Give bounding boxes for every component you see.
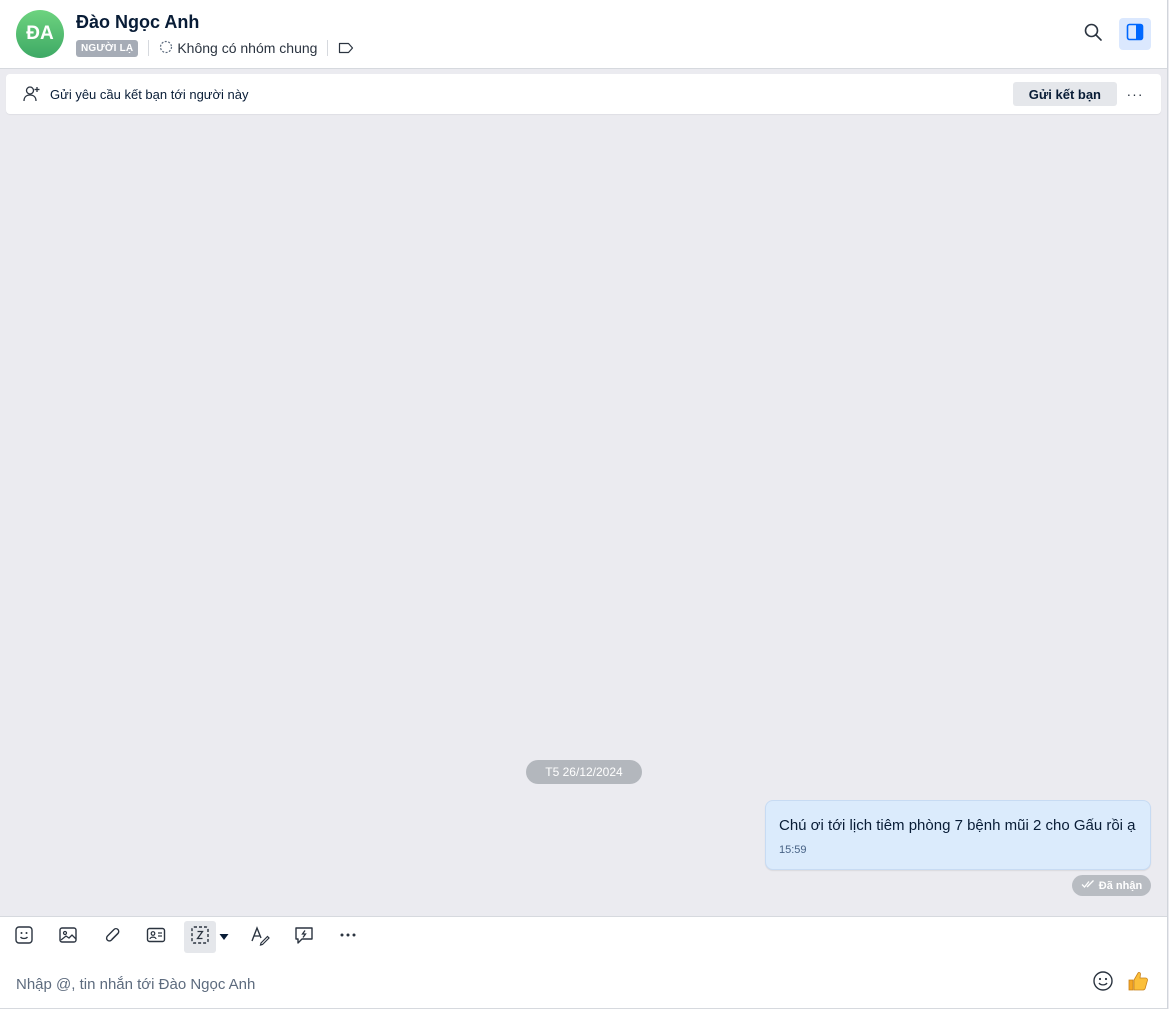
chat-header: ĐA Đào Ngọc Anh NGƯỜI LẠ Không có nhóm c… — [0, 0, 1167, 69]
tag-icon[interactable] — [338, 42, 354, 54]
contact-name[interactable]: Đào Ngọc Anh — [76, 12, 199, 33]
image-button[interactable] — [52, 921, 84, 953]
message-input[interactable] — [14, 972, 1018, 996]
header-actions — [1077, 18, 1151, 50]
divider — [148, 40, 150, 56]
attachment-icon — [101, 924, 123, 951]
search-icon — [1083, 22, 1103, 47]
more-tools-button[interactable] — [332, 921, 364, 953]
message-text: Chú ơi tới lịch tiêm phòng 7 bệnh mũi 2 … — [779, 817, 1136, 834]
sticker-icon — [13, 924, 35, 951]
chat-window: ĐA Đào Ngọc Anh NGƯỜI LẠ Không có nhóm c… — [0, 0, 1168, 1009]
emoji-button[interactable] — [1091, 970, 1115, 997]
message-time: 15:59 — [779, 844, 807, 856]
message-bubble[interactable]: Chú ơi tới lịch tiêm phòng 7 bệnh mũi 2 … — [765, 800, 1151, 870]
sticker-button[interactable] — [8, 921, 40, 953]
double-check-icon — [1081, 879, 1095, 892]
send-friend-request-button[interactable]: Gửi kết bạn — [1012, 82, 1117, 106]
composer-toolbar — [0, 916, 1167, 959]
more-icon — [337, 924, 359, 951]
quick-message-button[interactable] — [288, 921, 320, 953]
date-divider: T5 26/12/2024 — [526, 760, 642, 784]
message-composer — [0, 958, 1167, 1009]
attach-file-button[interactable] — [96, 921, 128, 953]
thumbs-up-icon — [1126, 969, 1150, 998]
add-friend-icon — [22, 84, 42, 109]
friend-request-text: Gửi yêu cầu kết bạn tới người này — [50, 87, 249, 102]
avatar[interactable]: ĐA — [16, 10, 64, 58]
search-button[interactable] — [1077, 18, 1109, 50]
common-groups-label: Không có nhóm chung — [177, 40, 318, 56]
screenshot-options-button[interactable] — [214, 921, 234, 953]
more-options-button[interactable]: ··· — [1123, 82, 1147, 106]
caret-down-icon — [219, 928, 229, 946]
screenshot-button[interactable] — [184, 921, 216, 953]
contact-card-button[interactable] — [140, 921, 172, 953]
emoji-icon — [1092, 970, 1114, 997]
group-icon — [159, 40, 173, 57]
divider — [327, 40, 329, 56]
sidebar-toggle-button[interactable] — [1119, 18, 1151, 50]
quick-like-button[interactable] — [1125, 970, 1151, 996]
delivery-status: Đã nhận — [1072, 875, 1151, 896]
sidebar-toggle-icon — [1125, 22, 1145, 47]
image-icon — [57, 924, 79, 951]
contact-subinfo: NGƯỜI LẠ Không có nhóm chung — [76, 38, 354, 58]
delivery-status-label: Đã nhận — [1098, 879, 1143, 892]
format-text-button[interactable] — [244, 921, 276, 953]
friend-request-bar: Gửi yêu cầu kết bạn tới người này Gửi kế… — [6, 74, 1161, 114]
stranger-badge: NGƯỜI LẠ — [76, 39, 139, 57]
contact-card-icon — [145, 924, 167, 951]
format-text-icon — [249, 924, 271, 951]
quick-message-icon — [293, 924, 315, 951]
common-groups[interactable]: Không có nhóm chung — [159, 40, 317, 57]
screenshot-icon — [189, 924, 211, 951]
